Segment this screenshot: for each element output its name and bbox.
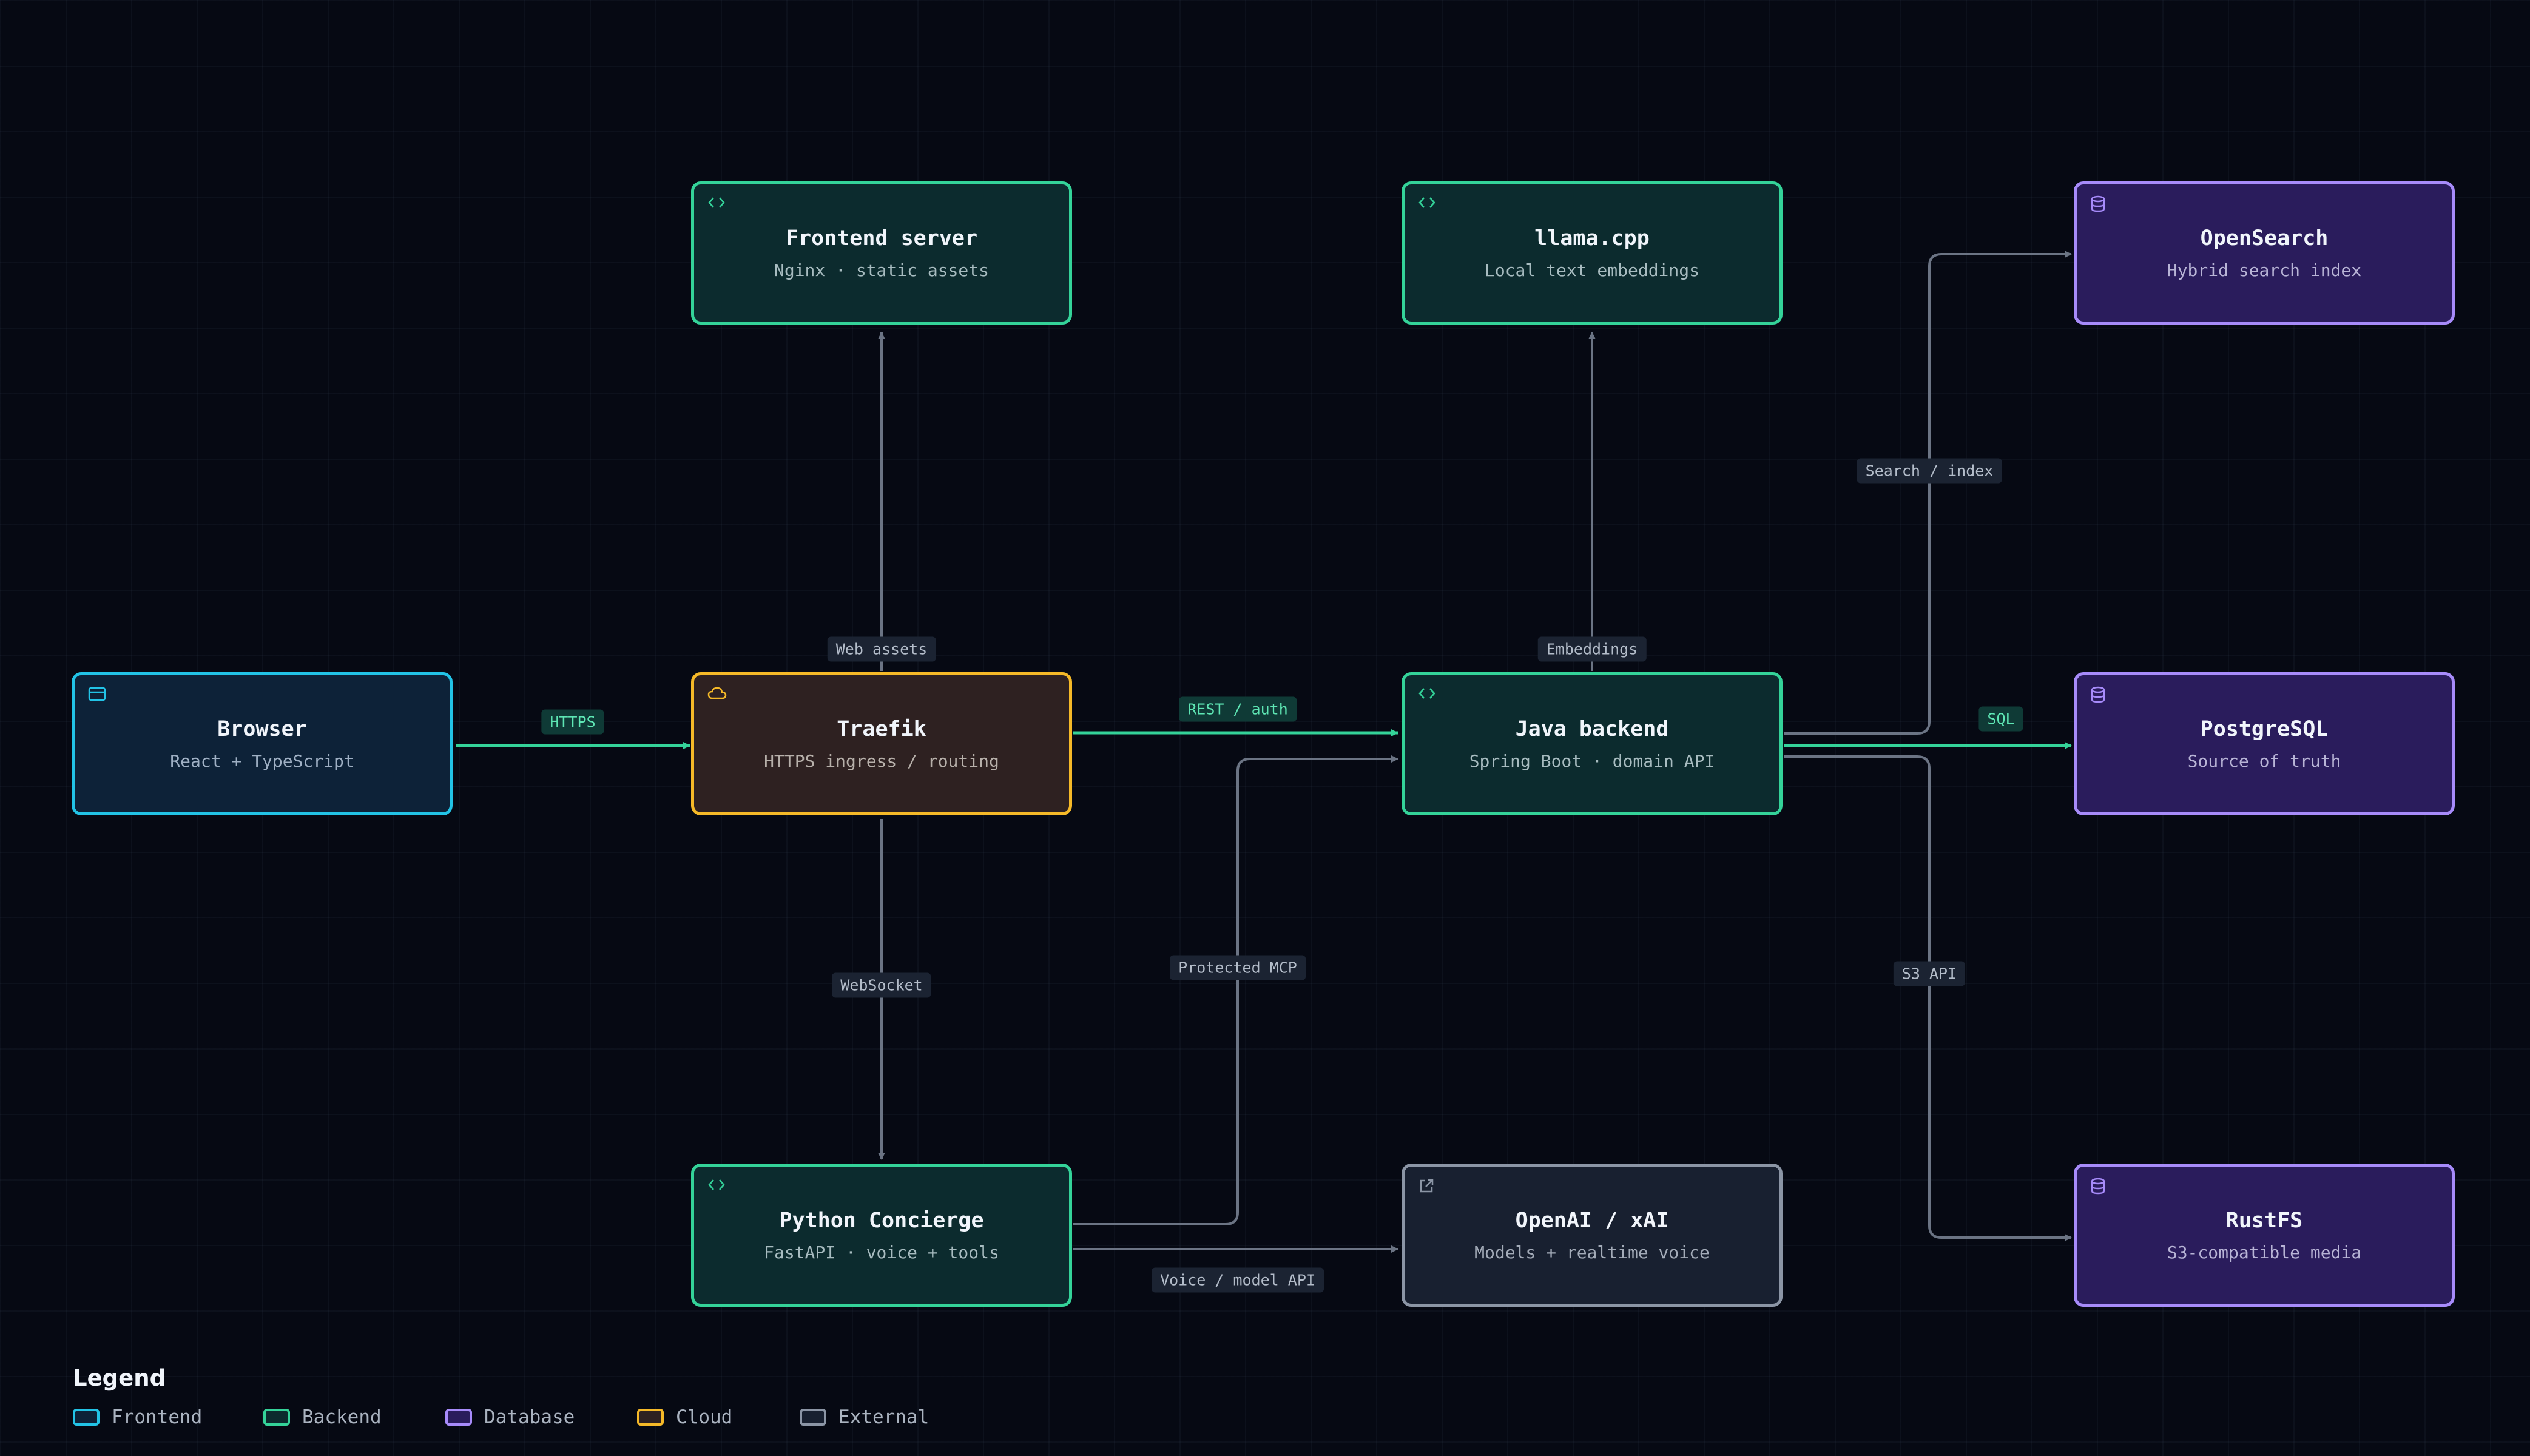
node-subtitle: S3-compatible media (2167, 1242, 2362, 1262)
node-title: OpenSearch (2200, 226, 2329, 251)
node-subtitle: HTTPS ingress / routing (764, 750, 999, 771)
code-icon (1418, 688, 1435, 699)
code-icon (708, 197, 725, 208)
edge-python-java (1073, 755, 1398, 1225)
database-icon (2091, 1178, 2105, 1195)
legend-label: Cloud (676, 1406, 733, 1428)
node-title: llama.cpp (1534, 226, 1650, 251)
legend-item-frontend: Frontend (73, 1406, 202, 1428)
legend-title: Legend (73, 1365, 166, 1391)
node-title: PostgreSQL (2200, 716, 2329, 741)
edge-java-opensearch (1784, 251, 2072, 735)
edge-label-websocket: WebSocket (832, 972, 931, 998)
code-icon (1418, 197, 1435, 208)
edge-label-https: HTTPS (541, 709, 604, 735)
legend-swatch (73, 1409, 100, 1426)
legend-swatch (263, 1409, 290, 1426)
node-title: Java backend (1515, 716, 1669, 741)
legend-swatch (637, 1409, 664, 1426)
legend-item-backend: Backend (263, 1406, 382, 1428)
node-subtitle: Spring Boot · domain API (1469, 750, 1715, 771)
node-postgresql[interactable]: PostgreSQL Source of truth (2074, 672, 2455, 815)
edge-java-rustfs (1784, 755, 2072, 1241)
node-subtitle: Models + realtime voice (1474, 1242, 1710, 1262)
legend-swatch (800, 1409, 826, 1426)
legend: Legend Frontend Backend Database Cloud E… (73, 1365, 929, 1428)
legend-label: Frontend (112, 1406, 203, 1428)
edge-label-sql: SQL (1978, 706, 2023, 732)
node-title: OpenAI / xAI (1515, 1208, 1669, 1233)
legend-label: External (838, 1406, 929, 1428)
node-title: Frontend server (785, 226, 978, 251)
legend-label: Database (484, 1406, 575, 1428)
node-subtitle: React + TypeScript (170, 750, 354, 771)
node-browser[interactable]: Browser React + TypeScript (72, 672, 453, 815)
node-title: Traefik (837, 716, 926, 741)
edge-label-embeddings: Embeddings (1537, 636, 1647, 662)
node-title: RustFS (2225, 1208, 2303, 1233)
cloud-icon (707, 687, 727, 699)
code-icon (708, 1179, 725, 1190)
legend-swatch (445, 1409, 472, 1426)
legend-label: Backend (302, 1406, 382, 1428)
node-subtitle: Local text embeddings (1484, 260, 1699, 280)
edge-label-web-assets: Web assets (827, 636, 936, 662)
node-java-backend[interactable]: Java backend Spring Boot · domain API (1402, 672, 1783, 815)
node-title: Python Concierge (779, 1208, 984, 1233)
edge-label-voice-model-api: Voice / model API (1152, 1267, 1324, 1293)
node-frontend-server[interactable]: Frontend server Nginx · static assets (691, 181, 1072, 325)
window-icon (88, 687, 106, 701)
node-subtitle: FastAPI · voice + tools (764, 1242, 999, 1262)
node-llama-cpp[interactable]: llama.cpp Local text embeddings (1402, 181, 1783, 325)
legend-item-database: Database (445, 1406, 575, 1428)
database-icon (2091, 195, 2105, 212)
node-subtitle: Source of truth (2187, 750, 2341, 771)
edge-label-rest-auth: REST / auth (1179, 696, 1297, 722)
external-link-icon (1420, 1179, 1434, 1193)
legend-item-cloud: Cloud (637, 1406, 732, 1428)
node-opensearch[interactable]: OpenSearch Hybrid search index (2074, 181, 2455, 325)
database-icon (2091, 686, 2105, 703)
node-python-concierge[interactable]: Python Concierge FastAPI · voice + tools (691, 1164, 1072, 1307)
node-subtitle: Hybrid search index (2167, 260, 2362, 280)
edge-label-s3-api: S3 API (1893, 961, 1966, 986)
node-traefik[interactable]: Traefik HTTPS ingress / routing (691, 672, 1072, 815)
edge-label-search-index: Search / index (1857, 458, 2002, 484)
node-openai-xai[interactable]: OpenAI / xAI Models + realtime voice (1402, 1164, 1783, 1307)
node-subtitle: Nginx · static assets (774, 260, 989, 280)
edge-label-protected-mcp: Protected MCP (1170, 955, 1306, 980)
node-title: Browser (217, 716, 307, 741)
legend-item-external: External (800, 1406, 929, 1428)
node-rustfs[interactable]: RustFS S3-compatible media (2074, 1164, 2455, 1307)
